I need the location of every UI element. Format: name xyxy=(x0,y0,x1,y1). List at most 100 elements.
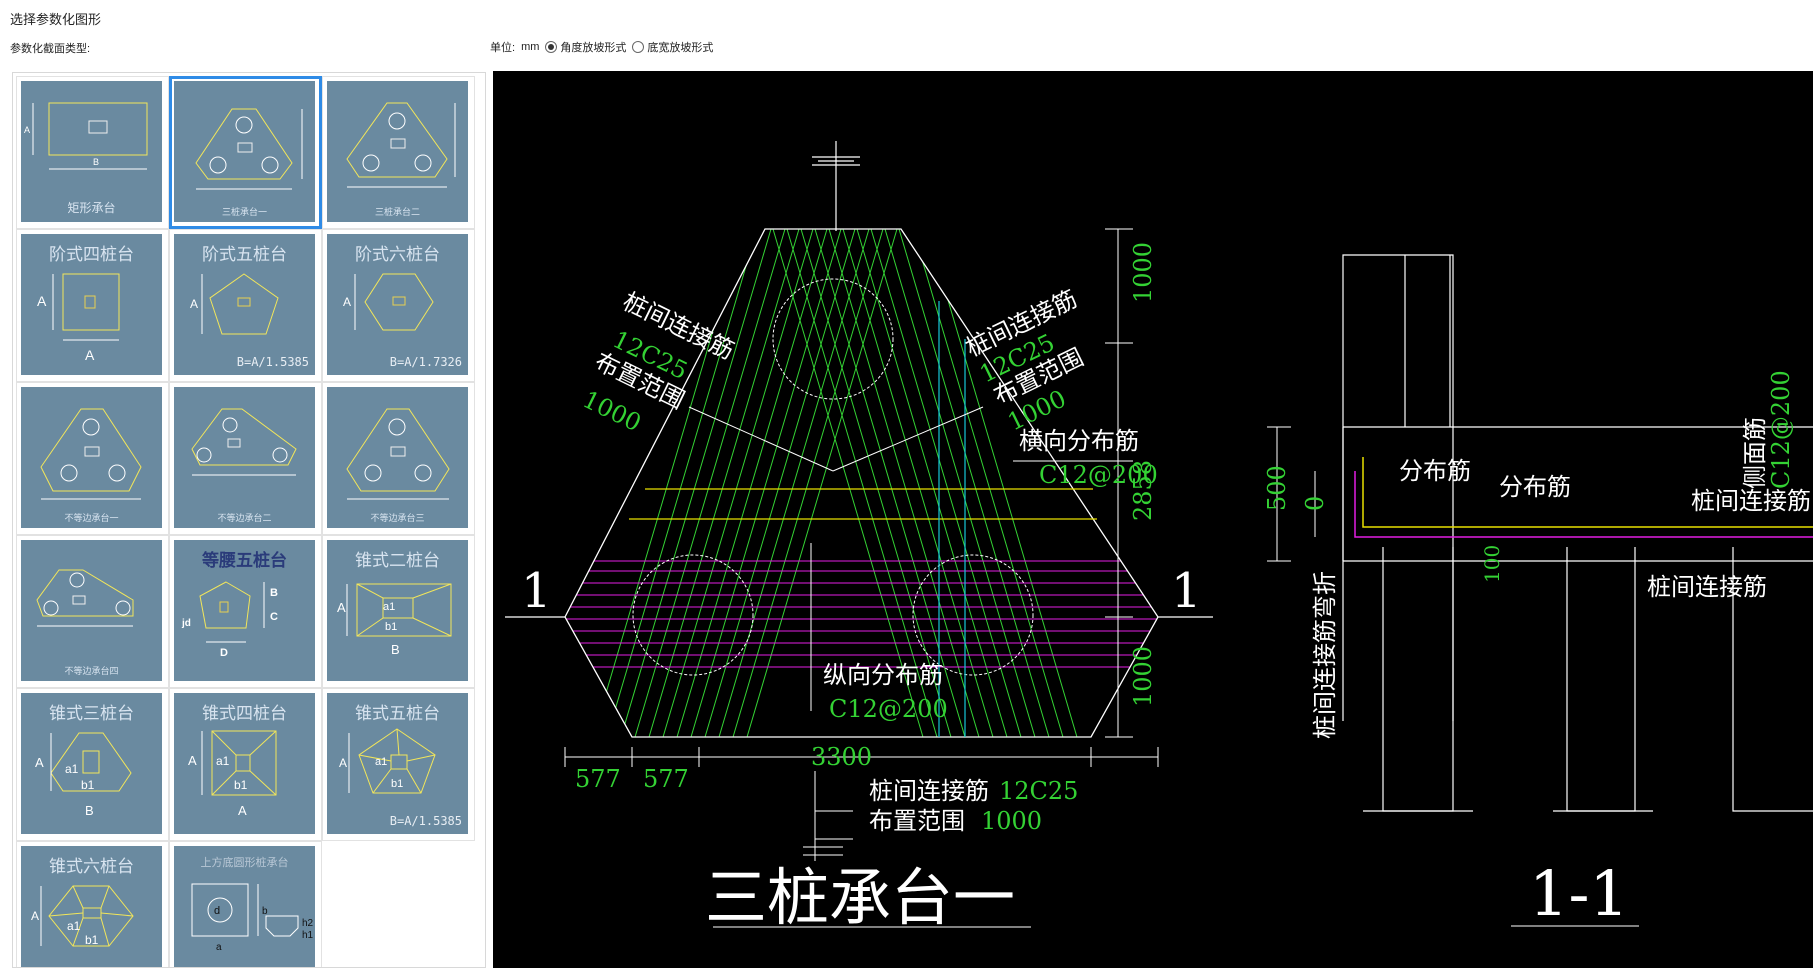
tile-cone-five-pile[interactable]: 锥式五桩台 A a1 b1 B=A/1.5385 xyxy=(322,688,475,841)
cone-three-pile-thumbnail: 锥式三桩台 A a1 b1 B xyxy=(21,693,162,834)
shape-gallery[interactable]: B A 矩形承台 三桩承台一 三桩承台二 阶式四桩台 A A 阶式五桩台 A B… xyxy=(12,72,486,968)
radio-width-slope-label: 底宽放坡形式 xyxy=(647,42,714,54)
tile-formula: B=A/1.5385 xyxy=(236,355,309,369)
tile-caption: 三桩承台二 xyxy=(374,208,420,218)
tile-unequal-cap-1[interactable]: 不等边承台一 xyxy=(16,382,169,535)
label-dist-1: 分布筋 xyxy=(1399,457,1471,485)
tile-unequal-cap-3[interactable]: 不等边承台三 xyxy=(322,382,475,535)
step-four-pile-thumbnail: 阶式四桩台 A A xyxy=(21,234,162,375)
svg-text:b1: b1 xyxy=(385,621,397,633)
tile-step-four-pile[interactable]: 阶式四桩台 A A xyxy=(16,229,169,382)
tile-formula: B=A/1.7326 xyxy=(389,355,462,369)
tile-caption: 矩形承台 xyxy=(67,201,116,215)
svg-text:A: A xyxy=(190,297,198,311)
svg-text:A: A xyxy=(188,753,197,768)
radio-button-icon[interactable] xyxy=(632,41,645,53)
svg-text:A: A xyxy=(85,347,95,363)
tile-cone-three-pile[interactable]: 锥式三桩台 A a1 b1 B xyxy=(16,688,169,841)
svg-text:B: B xyxy=(85,803,94,818)
svg-text:b1: b1 xyxy=(391,778,403,790)
svg-text:b1: b1 xyxy=(234,778,248,792)
unequal-cap-2-thumbnail: 不等边承台二 xyxy=(174,387,315,528)
svg-text:h2: h2 xyxy=(302,918,314,929)
preview-canvas: 1 1 1000 2858 1000 577 577 3300 桩间连接筋 12… xyxy=(493,71,1813,968)
label-dist-2: 分布筋 xyxy=(1499,473,1571,501)
unequal-cap-3-thumbnail: 不等边承台三 xyxy=(327,387,468,528)
dim-bottom-total: 3300 xyxy=(811,743,872,771)
label-long-dist: 纵向分布筋 xyxy=(823,661,943,689)
tile-three-pile-cap-2[interactable]: 三桩承台二 xyxy=(322,76,475,229)
dim-sec-0: 0 xyxy=(1301,496,1329,511)
svg-text:a: a xyxy=(216,942,222,953)
rect-cap-thumbnail: B A 矩形承台 xyxy=(21,81,162,222)
svg-text:a1: a1 xyxy=(65,762,79,776)
tile-round-pile-cap[interactable]: 上方底圆形桩承台 d b h2 h1 a xyxy=(169,841,322,967)
drawing-main-title: 三桩承台一 xyxy=(705,861,1015,934)
radio-width-slope[interactable]: 底宽放坡形式 xyxy=(632,39,713,55)
svg-text:A: A xyxy=(238,803,247,818)
tile-isosceles-five-pile[interactable]: 等腰五桩台 B C jd D xyxy=(169,535,322,688)
cone-six-pile-thumbnail: 锥式六桩台 A a1 b1 xyxy=(21,846,162,967)
tile-step-five-pile[interactable]: 阶式五桩台 A B=A/1.5385 xyxy=(169,229,322,382)
label-bottom-range: 布置范围 xyxy=(869,807,965,835)
cone-five-pile-thumbnail: 锥式五桩台 A a1 b1 B=A/1.5385 xyxy=(327,693,468,834)
units-value: mm xyxy=(521,41,540,53)
svg-text:C: C xyxy=(270,611,278,623)
label-bottom-link: 桩间连接筋 xyxy=(869,777,989,805)
svg-text:A: A xyxy=(339,756,347,770)
svg-text:b1: b1 xyxy=(85,933,99,947)
svg-text:D: D xyxy=(220,647,228,659)
tile-caption: 不等边承台一 xyxy=(64,514,119,524)
label-bottom-range-val: 1000 xyxy=(981,807,1042,835)
three-pile-cap-2-thumbnail: 三桩承台二 xyxy=(327,81,468,222)
svg-text:A: A xyxy=(37,293,47,309)
svg-text:A: A xyxy=(35,755,44,770)
svg-text:a1: a1 xyxy=(383,601,395,613)
tile-rect-cap[interactable]: B A 矩形承台 xyxy=(16,76,169,229)
label-sec-pile-link: 桩间连接筋 xyxy=(1691,487,1811,515)
units-bar: 单位: mm 角度放坡形式 底宽放坡形式 xyxy=(490,39,713,55)
radio-angle-slope[interactable]: 角度放坡形式 xyxy=(545,39,626,55)
step-five-pile-thumbnail: 阶式五桩台 A B=A/1.5385 xyxy=(174,234,315,375)
tile-cone-six-pile[interactable]: 锥式六桩台 A a1 b1 xyxy=(16,841,169,967)
tile-unequal-cap-2[interactable]: 不等边承台二 xyxy=(169,382,322,535)
radio-button-icon[interactable] xyxy=(545,41,558,53)
svg-text:B: B xyxy=(93,157,99,167)
dim-bottom-2: 577 xyxy=(643,765,689,793)
three-pile-cap-1-thumbnail: 三桩承台一 xyxy=(174,81,315,222)
dim-right-bottom: 1000 xyxy=(1129,646,1157,707)
svg-text:B: B xyxy=(270,587,278,599)
svg-text:A: A xyxy=(31,909,39,923)
svg-text:a1: a1 xyxy=(375,756,387,768)
tile-unequal-cap-4[interactable]: 不等边承台四 xyxy=(16,535,169,688)
tile-cone-two-pile[interactable]: 锥式二桩台 A a1 b1 B xyxy=(322,535,475,688)
tile-formula: B=A/1.5385 xyxy=(389,814,462,828)
section-mark-right: 1 xyxy=(1171,563,1202,619)
svg-text:h1: h1 xyxy=(302,930,314,941)
isosceles-five-pile-thumbnail: 等腰五桩台 B C jd D xyxy=(174,540,315,681)
tile-caption: 不等边承台二 xyxy=(217,514,272,524)
svg-text:A: A xyxy=(337,600,346,615)
svg-text:b: b xyxy=(262,906,268,917)
radio-angle-slope-label: 角度放坡形式 xyxy=(560,42,627,54)
tile-cone-four-pile[interactable]: 锥式四桩台 A a1 b1 A xyxy=(169,688,322,841)
dim-sec-500: 500 xyxy=(1263,465,1291,511)
tile-three-pile-cap-1[interactable]: 三桩承台一 xyxy=(169,76,322,229)
svg-text:A: A xyxy=(24,125,30,135)
unequal-cap-4-thumbnail: 不等边承台四 xyxy=(21,540,162,681)
tile-step-six-pile[interactable]: 阶式六桩台 A B=A/1.7326 xyxy=(322,229,475,382)
label-side-spec: C12@200 xyxy=(1767,370,1795,489)
label-long-spec: C12@200 xyxy=(829,695,948,723)
label-trans-dist: 横向分布筋 xyxy=(1019,427,1139,455)
tile-caption: 三桩承台一 xyxy=(221,208,267,218)
label-bend: 桩间连接筋弯折 xyxy=(1311,571,1339,739)
unequal-cap-1-thumbnail: 不等边承台一 xyxy=(21,387,162,528)
cone-four-pile-thumbnail: 锥式四桩台 A a1 b1 A xyxy=(174,693,315,834)
svg-text:B: B xyxy=(391,642,400,657)
svg-text:a1: a1 xyxy=(67,919,81,933)
tile-caption: 不等边承台四 xyxy=(64,667,119,677)
section-mark-left: 1 xyxy=(521,563,552,619)
svg-text:a1: a1 xyxy=(216,754,230,768)
label-bottom-link-spec: 12C25 xyxy=(999,777,1078,805)
section-title: 1-1 xyxy=(1529,857,1629,930)
